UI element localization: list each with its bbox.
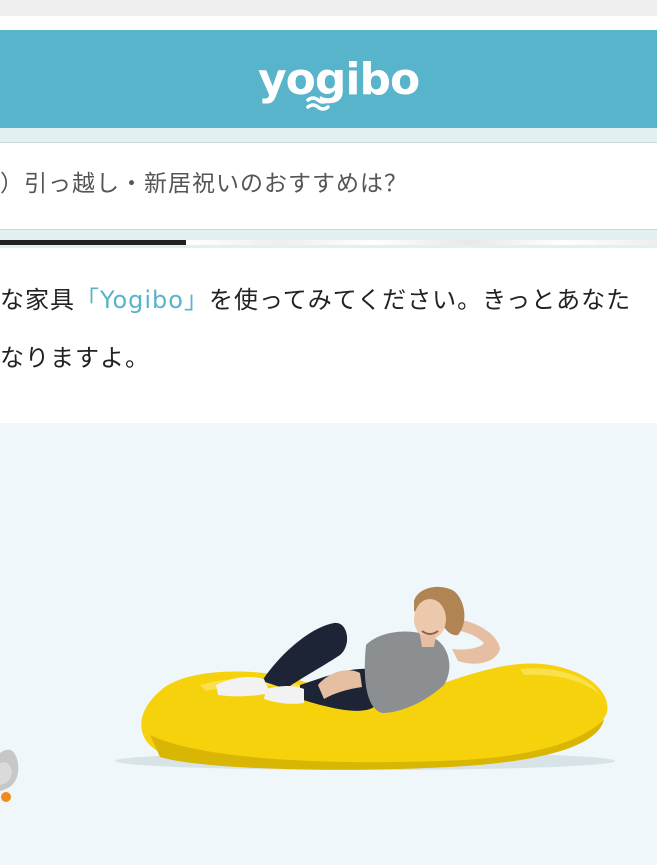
paragraph-line-2: なりますよ。	[0, 344, 150, 372]
top-gap	[0, 16, 657, 30]
paragraph-line-1: な家具「Yogibo」を使ってみてください。きっとあなた	[0, 282, 631, 318]
article-title: ）引っ越し・新居祝いのおすすめは？	[0, 171, 408, 197]
top-status-strip	[0, 0, 657, 16]
product-photo	[0, 423, 657, 865]
paragraph-text-before-link: な家具	[0, 286, 75, 314]
paragraph-text-after-link: を使ってみてください。きっとあなた	[208, 286, 632, 314]
cropped-object-left	[0, 749, 19, 802]
cutoff-text-line-ghost	[186, 240, 657, 245]
cutoff-text-line	[0, 240, 186, 245]
logo-text: yogibo	[258, 54, 420, 105]
yogibo-link[interactable]: 「Yogibo」	[75, 286, 209, 314]
yogibo-logo[interactable]: yogibo	[258, 52, 420, 112]
logo-squiggle-icon	[306, 96, 330, 111]
beanbag-photo-illustration	[0, 586, 615, 802]
